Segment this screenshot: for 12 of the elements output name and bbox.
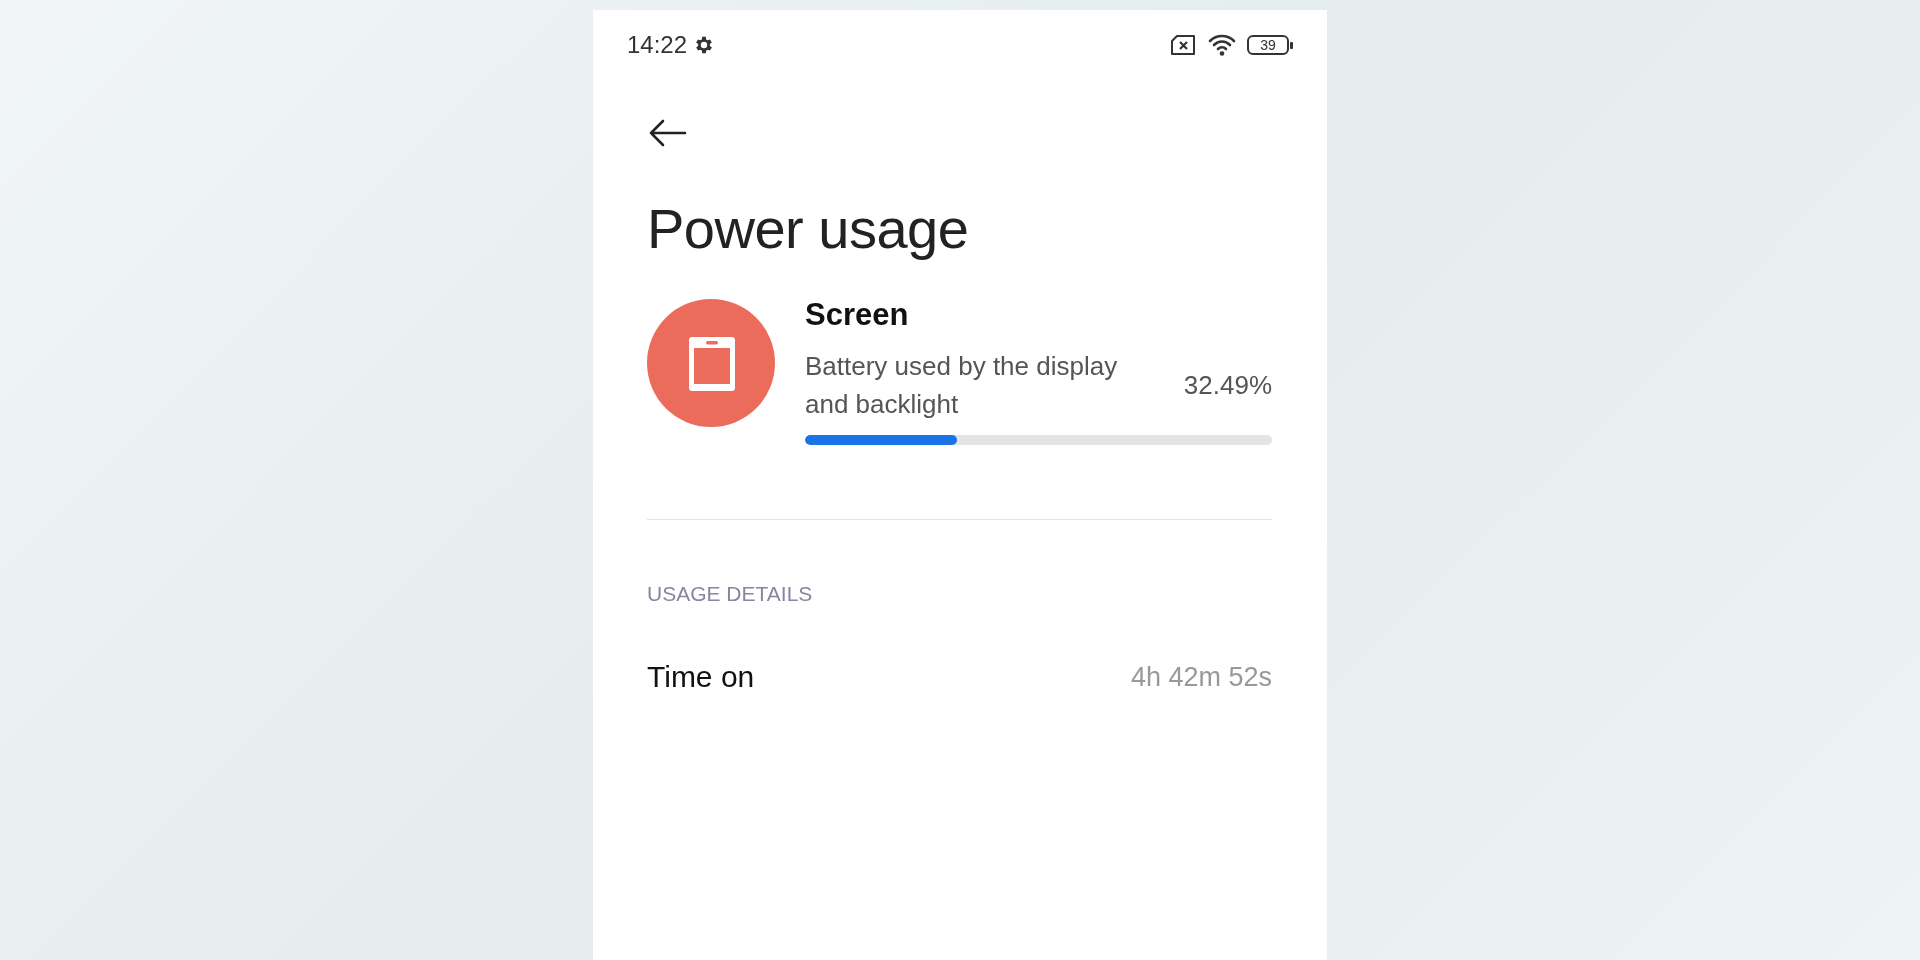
status-time: 14:22: [627, 31, 688, 59]
usage-name: Screen: [805, 297, 910, 333]
no-sim-icon: [1169, 33, 1197, 57]
usage-percent: 32.49%: [1183, 369, 1272, 401]
screen-icon: [647, 299, 775, 427]
detail-label: Time on: [647, 660, 755, 694]
usage-description: Battery used by the display and backlight: [805, 350, 1119, 421]
detail-value: 4h 42m 52s: [1130, 661, 1272, 693]
wifi-icon: [1207, 32, 1237, 58]
page-title: Power usage: [647, 196, 970, 261]
section-header: USAGE DETAILS: [647, 582, 814, 606]
back-arrow-icon[interactable]: [647, 118, 687, 148]
